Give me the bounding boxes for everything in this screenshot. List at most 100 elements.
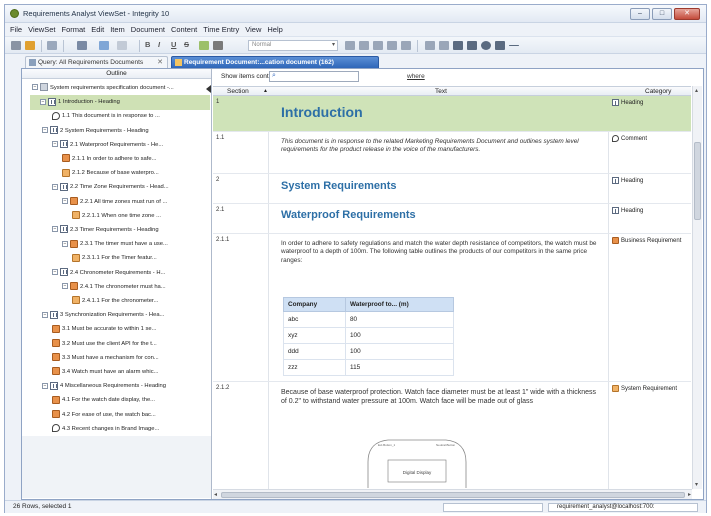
section-column-header[interactable]: Section [227,88,249,95]
scroll-left-icon[interactable]: ◂ [214,491,217,498]
category-cell: Business Requirement [612,237,681,244]
underline-button[interactable]: U [171,40,181,49]
collapse-toggle-icon[interactable]: − [52,269,58,276]
collapse-toggle-icon[interactable]: − [52,141,58,148]
chart-icon[interactable] [495,41,505,50]
close-button[interactable]: ✕ [674,8,700,20]
horizontal-rule-icon[interactable] [509,45,519,46]
print-icon[interactable] [77,41,87,50]
menu-view[interactable]: View [245,25,261,34]
collapse-toggle-icon[interactable]: − [62,198,68,205]
horizontal-scrollbar[interactable]: ◂ ▸ [213,489,692,499]
collapse-toggle-icon[interactable]: − [52,183,58,190]
numbered-list-icon[interactable] [425,41,435,50]
outline-item[interactable]: 2.1.1 In order to adhere to safe... [62,152,212,167]
menu-help[interactable]: Help [267,25,282,34]
align-right-icon[interactable] [373,41,383,50]
tab-requirement-document[interactable]: Requirement Document:...cation document … [171,56,379,68]
search-input[interactable]: ⌕ [269,71,359,82]
outline-item[interactable]: 2.1.2 Because of base waterpro... [62,166,212,181]
insert-icon[interactable] [99,41,109,50]
outline-item[interactable]: − 2.2 Time Zone Requirements - Head... [52,180,212,195]
circle-icon[interactable] [481,41,491,50]
close-icon[interactable]: ✕ [157,57,163,68]
doc-row[interactable]: 2.1.1 In order to adhere to safety regul… [213,234,691,382]
italic-button[interactable]: I [158,40,168,49]
scroll-thumb[interactable] [694,142,701,220]
outline-item[interactable]: 3.3 Must have a mechanism for con... [52,351,212,366]
category-column-header[interactable]: Category [645,88,671,95]
outline-item[interactable]: 1.1 This document is in response to ... [52,109,212,124]
outline-item[interactable]: 4.3 Recent changes in Brand Image... [52,422,212,437]
scroll-thumb[interactable] [221,492,685,498]
doc-row[interactable]: 1.1 This document is in response to the … [213,132,691,174]
highlight-icon[interactable] [199,41,209,50]
align-center-icon[interactable] [359,41,369,50]
save-icon[interactable] [11,41,21,50]
bold-button[interactable]: B [145,40,155,49]
new-item-icon[interactable] [117,41,127,50]
collapse-pane-icon[interactable] [206,85,211,93]
outline-item[interactable]: 4.2 For ease of use, the watch bac... [52,408,212,423]
outline-item[interactable]: − 2 System Requirements - Heading [42,124,212,139]
collapse-toggle-icon[interactable]: − [32,84,38,91]
menu-edit[interactable]: Edit [91,25,104,34]
maximize-button[interactable]: □ [652,8,672,20]
outdent-icon[interactable] [387,41,397,50]
menu-item[interactable]: Item [110,25,125,34]
tab-query-all-requirements[interactable]: Query: All Requirements Documents ✕ [25,56,168,68]
edit-icon[interactable] [25,41,35,50]
scroll-right-icon[interactable]: ▸ [688,491,691,498]
menu-format[interactable]: Format [61,25,85,34]
doc-row[interactable]: 1 Introduction Heading [213,96,691,132]
strikethrough-button[interactable]: S [184,40,194,49]
outline-item[interactable]: 2.3.1.1 For the Timer featur... [72,251,212,266]
doc-row[interactable]: 2.1.2 Because of base waterproof protect… [213,382,691,489]
outline-item[interactable]: − System requirements specification docum… [32,81,212,96]
collapse-toggle-icon[interactable]: − [52,226,58,233]
outline-item[interactable]: − 2.4.1 The chronometer must ha... [62,280,212,295]
outline-item[interactable]: − 2.3 Timer Requirements - Heading [52,223,212,238]
outline-item[interactable]: 2.2.1.1 When one time zone ... [72,209,212,224]
outline-item[interactable]: 2.4.1.1 For the chronometer... [72,294,212,309]
bullet-list-icon[interactable] [439,41,449,50]
doc-row[interactable]: 2.1 Waterproof Requirements Heading [213,204,691,234]
doc-row[interactable]: 2 System Requirements Heading [213,174,691,204]
image-icon[interactable] [467,41,477,50]
align-left-icon[interactable] [345,41,355,50]
outline-item[interactable]: − 2.2.1 All time zones must run of ... [62,195,212,210]
outline-item[interactable]: − 2.4 Chronometer Requirements - H... [52,266,212,281]
collapse-toggle-icon[interactable]: − [42,311,48,318]
requirement-icon [70,197,78,206]
menu-time-entry[interactable]: Time Entry [203,25,239,34]
text-column-header[interactable]: Text [435,88,447,95]
collapse-toggle-icon[interactable]: − [42,382,48,389]
outline-item[interactable]: − 4 Miscellaneous Requirements - Heading [42,379,212,394]
vertical-scrollbar[interactable]: ▴ ▾ [692,86,702,489]
pen-icon[interactable] [213,41,223,50]
view-icon[interactable] [47,41,57,50]
collapse-toggle-icon[interactable]: − [62,240,68,247]
scroll-down-icon[interactable]: ▾ [695,481,698,488]
menu-viewset[interactable]: ViewSet [28,25,55,34]
outline-item[interactable]: − 3 Synchronization Requirements - Hea... [42,308,212,323]
menu-file[interactable]: File [10,25,22,34]
table-icon[interactable] [453,41,463,50]
outline-item[interactable]: 3.1 Must be accurate to within 1 se... [52,322,212,337]
outline-item[interactable]: 3.4 Watch must have an alarm whic... [52,365,212,380]
scroll-up-icon[interactable]: ▴ [695,87,698,94]
menu-document[interactable]: Document [131,25,165,34]
outline-item[interactable]: − 2.3.1 The timer must have a use... [62,237,212,252]
collapse-toggle-icon[interactable]: − [62,283,68,290]
where-link[interactable]: where [407,73,425,80]
indent-icon[interactable] [401,41,411,50]
outline-item[interactable]: 4.1 For the watch date display, the... [52,393,212,408]
minimize-button[interactable]: – [630,8,650,20]
menu-content[interactable]: Content [171,25,197,34]
collapse-toggle-icon[interactable]: − [40,98,46,105]
outline-item[interactable]: − 1 Introduction - Heading [30,95,210,111]
outline-item[interactable]: − 2.1 Waterproof Requirements - He... [52,138,212,153]
outline-item[interactable]: 3.2 Must use the client API for the t... [52,337,212,352]
font-style-select[interactable]: Normal ▾ [248,40,338,51]
collapse-toggle-icon[interactable]: − [42,127,48,134]
